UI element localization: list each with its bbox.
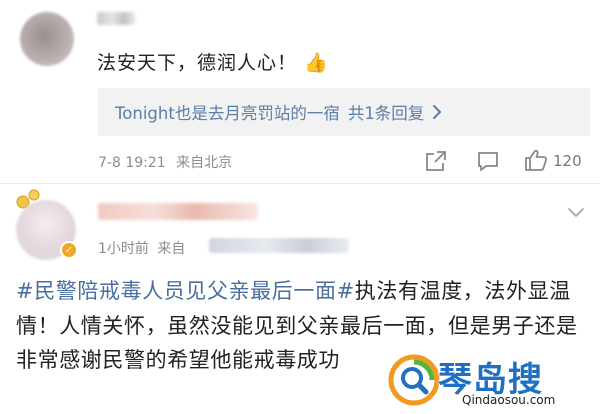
post-source-blurred [209, 238, 349, 253]
like-icon[interactable] [524, 147, 548, 173]
comment-icon[interactable] [476, 149, 500, 173]
comment-meta: 7-8 19:21 来自北京 [98, 152, 238, 172]
post-time: 1小时前 [98, 241, 149, 257]
divider [0, 183, 600, 184]
watermark: 琴岛搜 Qindaosou.com [388, 350, 598, 412]
post-source-prefix: 来自 [157, 241, 186, 257]
comment-location: 来自北京 [176, 155, 233, 171]
commenter-avatar[interactable] [20, 12, 74, 66]
post-body-tail: 希望他能戒毒成功 [167, 348, 341, 372]
comment-date: 7-8 19:21 [98, 155, 166, 171]
share-icon[interactable] [424, 149, 448, 173]
like-count: 120 [553, 152, 582, 170]
commenter-name-blurred[interactable] [97, 12, 135, 25]
chevron-down-icon[interactable] [566, 204, 586, 218]
thumbs-up-emoji-icon: 👍 [304, 52, 329, 74]
watermark-logo-icon [388, 354, 440, 406]
reply-count-link[interactable]: 共1条回复 [348, 100, 425, 124]
verified-badge-icon: ✓ [60, 241, 78, 259]
comment-body: 法安天下，德润人心！ [97, 52, 298, 74]
chevron-right-icon [432, 104, 442, 120]
post-meta: 1小时前 来自 [98, 238, 189, 258]
reply-preview-text[interactable]: Tonight也是去月亮罚站的一宿 [115, 100, 340, 124]
reply-preview-box[interactable]: Tonight也是去月亮罚站的一宿 共1条回复 [98, 88, 590, 136]
hashtag-link[interactable]: #民警陪戒毒人员见父亲最后一面# [16, 279, 355, 303]
poster-name-blurred[interactable] [98, 203, 258, 220]
comment-text: 法安天下，德润人心！ 👍 [97, 48, 329, 75]
watermark-url: Qindaosou.com [462, 393, 556, 407]
